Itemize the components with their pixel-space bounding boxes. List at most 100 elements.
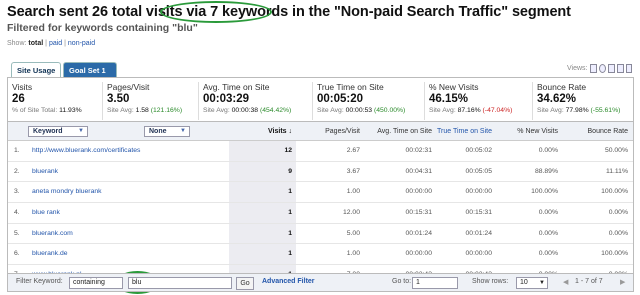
metric-sub-value: 00:00:53 <box>345 107 373 114</box>
show-rows-select[interactable]: 10 ▼ <box>516 277 548 289</box>
metric-sub-label: Site Avg: <box>537 107 566 114</box>
column-header-bounce-rate[interactable]: Bounce Rate <box>564 122 628 141</box>
metrics-summary: Visits 26 % of Site Total: 11.93% Pages/… <box>7 77 634 122</box>
filter-mode-select[interactable]: containing <box>69 277 123 289</box>
metric-value: 26 <box>12 93 25 105</box>
metric-new-visits: % New Visits 46.15% Site Avg: 87.16% (-4… <box>424 82 530 120</box>
cell-visits: 1 <box>288 188 292 196</box>
table-view-icon[interactable] <box>590 64 597 73</box>
table-row: 4. blue rank 1 12.00 00:15:31 00:15:31 0.00% 0.… <box>8 203 633 224</box>
metric-value: 00:05:20 <box>317 93 364 105</box>
keyword-link[interactable]: blue rank <box>32 203 227 223</box>
cell-n: 4. <box>14 209 20 217</box>
keyword-table: Keyword ▼ None ▼ Visits ↓ Pages/Visit Avg.… <box>7 122 634 287</box>
table-footer: Filter Keyword: containing blu Go Advanc… <box>7 273 634 292</box>
cell-ppv: 5.00 <box>346 229 360 237</box>
views-label: Views: <box>567 65 588 72</box>
primary-dimension-select[interactable]: Keyword ▼ <box>28 126 88 137</box>
table-body: 1. http://www.bluerank.com/certificates 12… <box>8 141 633 286</box>
metric-sub-value: 00:00:38 <box>231 107 259 114</box>
chevron-down-icon: ▼ <box>78 128 84 134</box>
chevron-down-icon: ▼ <box>539 280 545 286</box>
show-rows-label: Show rows: <box>472 278 509 285</box>
cell-bounce: 100.00% <box>601 250 628 258</box>
keyword-link[interactable]: bluerank <box>32 162 227 182</box>
keyword-link[interactable]: aneta mondry bluerank <box>32 182 227 202</box>
pie-view-icon[interactable] <box>599 64 606 73</box>
show-total-link[interactable]: total <box>28 40 43 47</box>
dimension-label: None <box>149 128 167 135</box>
cell-visits: 1 <box>288 209 292 217</box>
table-header: Keyword ▼ None ▼ Visits ↓ Pages/Visit Avg.… <box>8 122 633 141</box>
cell-true: 00:00:00 <box>465 250 492 258</box>
cell-n: 6. <box>14 250 20 258</box>
metric-bounce-rate: Bounce Rate 34.62% Site Avg: 77.98% (-55… <box>532 82 633 120</box>
metric-sub-value: 11.93% <box>59 107 82 114</box>
metric-value: 46.15% <box>429 93 469 105</box>
dimension-label: Keyword <box>33 128 63 135</box>
keyword-link[interactable]: bluerank.de <box>32 244 227 264</box>
metric-label: True Time on Site <box>317 82 384 92</box>
filter-input[interactable]: blu <box>128 277 232 289</box>
cell-new: 0.00% <box>538 147 558 154</box>
highlight-oval-keywords <box>160 1 272 23</box>
show-separator: | <box>45 40 47 47</box>
show-filter: Show: total | paid | non-paid <box>7 40 95 47</box>
secondary-dimension-select[interactable]: None ▼ <box>144 126 190 137</box>
cell-ppv: 2.67 <box>346 147 360 154</box>
metric-sub-label: Site Avg: <box>317 107 346 114</box>
advanced-filter-link[interactable]: Advanced Filter <box>262 278 315 285</box>
cell-true: 00:00:00 <box>465 188 492 196</box>
cell-visits: 1 <box>288 229 292 237</box>
cell-new: 0.00% <box>538 209 558 217</box>
keyword-link[interactable]: bluerank.com <box>32 224 227 244</box>
metric-sub-value: 1.58 <box>135 107 149 114</box>
next-page-icon[interactable]: ▶ <box>620 278 625 286</box>
show-separator: | <box>64 40 66 47</box>
metric-value: 3.50 <box>107 93 130 105</box>
metric-change: (454.42%) <box>259 107 292 114</box>
filter-value: blu <box>132 279 142 286</box>
cell-true: 00:05:05 <box>465 167 492 175</box>
show-nonpaid-link[interactable]: non-paid <box>68 40 95 47</box>
column-header-visits[interactable]: Visits ↓ <box>236 122 292 141</box>
cell-visits: 1 <box>288 250 292 258</box>
cell-ppv: 1.00 <box>346 188 360 196</box>
column-header-avg-time[interactable]: Avg. Time on Site <box>362 122 432 141</box>
page-subtitle: Filtered for keywords containing "blu" <box>7 22 198 34</box>
cell-new: 88.89% <box>534 167 558 175</box>
show-rows-value: 10 <box>520 279 528 286</box>
pivot-view-icon[interactable] <box>626 64 632 73</box>
cell-bounce: 100.00% <box>601 188 628 196</box>
filter-go-button[interactable]: Go <box>236 277 254 290</box>
show-paid-link[interactable]: paid <box>49 40 62 47</box>
column-header-pages-visit[interactable]: Pages/Visit <box>298 122 360 141</box>
tab-goal-set-1[interactable]: Goal Set 1 <box>63 62 117 77</box>
cell-true: 00:05:02 <box>465 147 492 154</box>
column-header-new-visits[interactable]: % New Visits <box>500 122 558 141</box>
cell-new: 0.00% <box>538 250 558 258</box>
cell-new: 0.00% <box>538 229 558 237</box>
bar-view-icon[interactable] <box>608 64 615 73</box>
metric-sub-label: Site Avg: <box>107 107 136 114</box>
cell-bounce: 50.00% <box>604 147 628 154</box>
metric-sub-label: Site Avg: <box>429 107 458 114</box>
cell-n: 3. <box>14 188 20 196</box>
goto-input[interactable]: 1 <box>412 277 458 289</box>
table-row: 3. aneta mondry bluerank 1 1.00 00:00:00 00:0… <box>8 182 633 204</box>
cell-ppv: 12.00 <box>342 209 360 217</box>
cell-n: 2. <box>14 167 20 175</box>
cell-new: 100.00% <box>531 188 558 196</box>
cell-true: 00:15:31 <box>465 209 492 217</box>
cell-ppv: 1.00 <box>346 250 360 258</box>
metric-label: % New Visits <box>429 82 479 92</box>
cell-bounce: 0.00% <box>608 209 628 217</box>
keyword-link[interactable]: http://www.bluerank.com/certificates <box>32 141 227 161</box>
tab-site-usage[interactable]: Site Usage <box>11 62 61 78</box>
cell-visits: 12 <box>284 147 292 154</box>
filter-label: Filter Keyword: <box>16 278 63 285</box>
compare-view-icon[interactable] <box>617 64 624 73</box>
chevron-down-icon: ▼ <box>180 128 186 134</box>
prev-page-icon[interactable]: ◀ <box>563 278 568 286</box>
column-header-true-time[interactable]: True Time on Site <box>434 122 492 141</box>
